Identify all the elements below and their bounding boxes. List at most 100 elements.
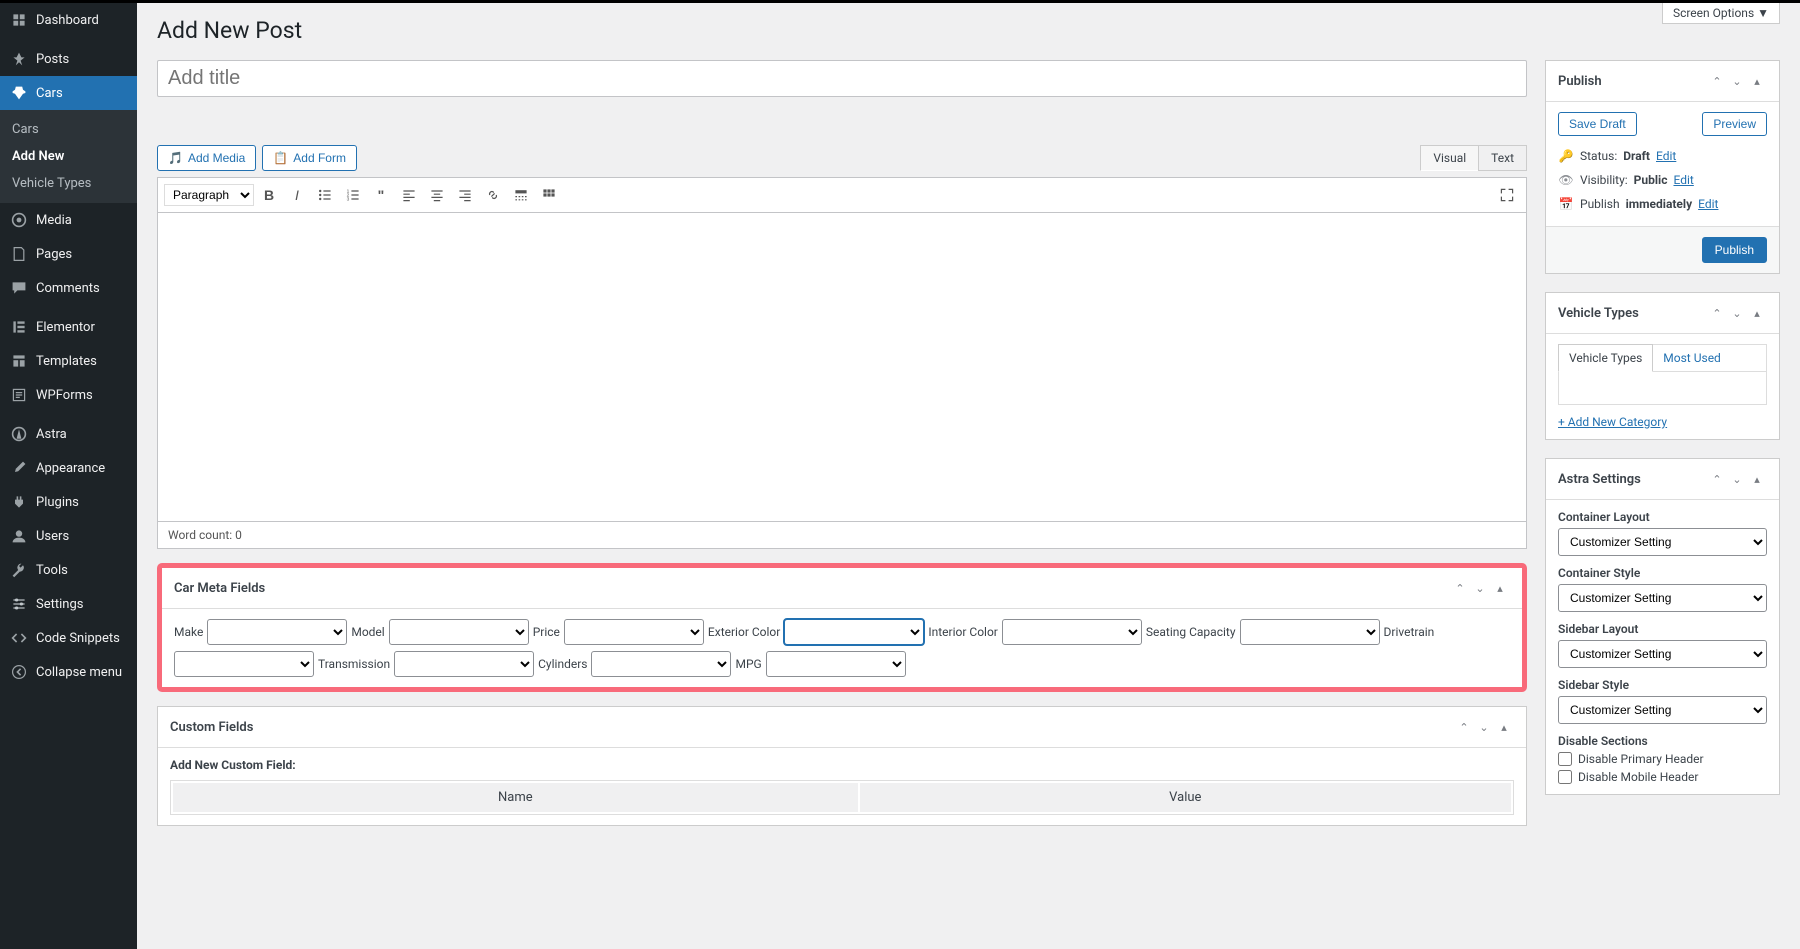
link-button[interactable] <box>480 182 506 208</box>
tab-text[interactable]: Text <box>1478 145 1527 171</box>
exterior-color-select[interactable] <box>784 619 924 645</box>
format-select[interactable]: Paragraph <box>164 184 254 206</box>
custom-fields-title: Custom Fields <box>170 720 1454 735</box>
sidebar-item-settings[interactable]: Settings <box>0 587 137 621</box>
tab-all-vehicle-types[interactable]: Vehicle Types <box>1558 344 1653 372</box>
preview-button[interactable]: Preview <box>1702 112 1767 136</box>
chevron-down-icon[interactable]: ⌄ <box>1727 469 1747 489</box>
sidebar-item-code-snippets[interactable]: Code Snippets <box>0 621 137 655</box>
chevron-down-icon[interactable]: ⌄ <box>1470 578 1490 598</box>
save-draft-button[interactable]: Save Draft <box>1558 112 1637 136</box>
page-title: Add New Post <box>157 17 1780 44</box>
chevron-updown-icon[interactable]: ▴ <box>1747 71 1767 91</box>
page-icon <box>10 245 28 263</box>
container-style-label: Container Style <box>1558 566 1767 580</box>
dashboard-icon <box>10 11 28 29</box>
fullscreen-button[interactable] <box>1494 182 1520 208</box>
container-layout-select[interactable]: Customizer Setting <box>1558 528 1767 556</box>
chevron-up-icon[interactable]: ⌃ <box>1450 578 1470 598</box>
interior-color-select[interactable] <box>1002 619 1142 645</box>
sidebar-item-dashboard[interactable]: Dashboard <box>0 3 137 37</box>
sidebar-style-label: Sidebar Style <box>1558 678 1767 692</box>
plug-icon <box>10 493 28 511</box>
content-editor[interactable] <box>157 212 1527 522</box>
form-icon: 📋 <box>273 151 288 165</box>
edit-publish-link[interactable]: Edit <box>1698 197 1718 211</box>
publish-button[interactable]: Publish <box>1702 237 1767 263</box>
sidebar-item-tools[interactable]: Tools <box>0 553 137 587</box>
mpg-select[interactable] <box>766 651 906 677</box>
chevron-down-icon[interactable]: ⌄ <box>1727 303 1747 323</box>
align-right-button[interactable] <box>452 182 478 208</box>
sidebar-item-collapse[interactable]: Collapse menu <box>0 655 137 689</box>
chevron-updown-icon[interactable]: ▴ <box>1490 578 1510 598</box>
chevron-down-icon[interactable]: ⌄ <box>1474 717 1494 737</box>
quote-button[interactable]: " <box>368 182 394 208</box>
italic-button[interactable]: I <box>284 182 310 208</box>
add-new-category-link[interactable]: + Add New Category <box>1558 415 1667 429</box>
edit-status-link[interactable]: Edit <box>1656 149 1676 163</box>
add-form-button[interactable]: 📋Add Form <box>262 145 357 171</box>
media-icon: 🎵 <box>168 151 183 165</box>
sidebar-item-media[interactable]: Media <box>0 203 137 237</box>
chevron-up-icon[interactable]: ⌃ <box>1707 303 1727 323</box>
chevron-up-icon[interactable]: ⌃ <box>1707 71 1727 91</box>
eye-icon: 👁 <box>1558 173 1574 187</box>
sidebar-item-comments[interactable]: Comments <box>0 271 137 305</box>
submenu-cars[interactable]: Cars <box>0 116 137 143</box>
number-list-button[interactable]: 123 <box>340 182 366 208</box>
drivetrain-select[interactable] <box>174 651 314 677</box>
align-center-button[interactable] <box>424 182 450 208</box>
disable-mobile-header-checkbox[interactable] <box>1558 770 1572 784</box>
chevron-updown-icon[interactable]: ▴ <box>1747 303 1767 323</box>
tab-most-used[interactable]: Most Used <box>1653 345 1731 371</box>
add-media-button[interactable]: 🎵Add Media <box>157 145 256 171</box>
sidebar-item-templates[interactable]: Templates <box>0 344 137 378</box>
more-button[interactable] <box>508 182 534 208</box>
bullet-list-button[interactable] <box>312 182 338 208</box>
cf-name-header: Name <box>173 783 858 812</box>
car-meta-title: Car Meta Fields <box>174 581 1450 596</box>
screen-options-button[interactable]: Screen Options ▼ <box>1662 3 1780 24</box>
container-style-select[interactable]: Customizer Setting <box>1558 584 1767 612</box>
sidebar-item-elementor[interactable]: Elementor <box>0 310 137 344</box>
media-icon <box>10 211 28 229</box>
post-title-input[interactable] <box>157 60 1527 97</box>
user-icon <box>10 527 28 545</box>
model-select[interactable] <box>389 619 529 645</box>
chevron-up-icon[interactable]: ⌃ <box>1707 469 1727 489</box>
chevron-updown-icon[interactable]: ▴ <box>1747 469 1767 489</box>
exterior-label: Exterior Color <box>708 625 780 639</box>
sidebar-item-astra[interactable]: Astra <box>0 417 137 451</box>
submenu-add-new[interactable]: Add New <box>0 143 137 170</box>
sidebar-layout-select[interactable]: Customizer Setting <box>1558 640 1767 668</box>
sidebar-item-users[interactable]: Users <box>0 519 137 553</box>
price-select[interactable] <box>564 619 704 645</box>
edit-visibility-link[interactable]: Edit <box>1673 173 1693 187</box>
tab-visual[interactable]: Visual <box>1420 145 1479 171</box>
transmission-select[interactable] <box>394 651 534 677</box>
price-label: Price <box>533 625 560 639</box>
align-left-button[interactable] <box>396 182 422 208</box>
chevron-down-icon[interactable]: ⌄ <box>1727 71 1747 91</box>
cylinders-select[interactable] <box>591 651 731 677</box>
seating-label: Seating Capacity <box>1146 625 1236 639</box>
transmission-label: Transmission <box>318 657 390 671</box>
make-select[interactable] <box>207 619 347 645</box>
sidebar-item-wpforms[interactable]: WPForms <box>0 378 137 412</box>
toolbar-toggle-button[interactable] <box>536 182 562 208</box>
editor-toolbar: Paragraph B I 123 " <box>157 177 1527 212</box>
seating-select[interactable] <box>1240 619 1380 645</box>
sidebar-item-posts[interactable]: Posts <box>0 42 137 76</box>
chevron-up-icon[interactable]: ⌃ <box>1454 717 1474 737</box>
chevron-updown-icon[interactable]: ▴ <box>1494 717 1514 737</box>
sidebar-item-cars[interactable]: Cars <box>0 76 137 110</box>
sidebar-item-plugins[interactable]: Plugins <box>0 485 137 519</box>
submenu-vehicle-types[interactable]: Vehicle Types <box>0 170 137 197</box>
sidebar-style-select[interactable]: Customizer Setting <box>1558 696 1767 724</box>
disable-primary-header-checkbox[interactable] <box>1558 752 1572 766</box>
sidebar-item-pages[interactable]: Pages <box>0 237 137 271</box>
templates-icon <box>10 352 28 370</box>
sidebar-item-appearance[interactable]: Appearance <box>0 451 137 485</box>
bold-button[interactable]: B <box>256 182 282 208</box>
